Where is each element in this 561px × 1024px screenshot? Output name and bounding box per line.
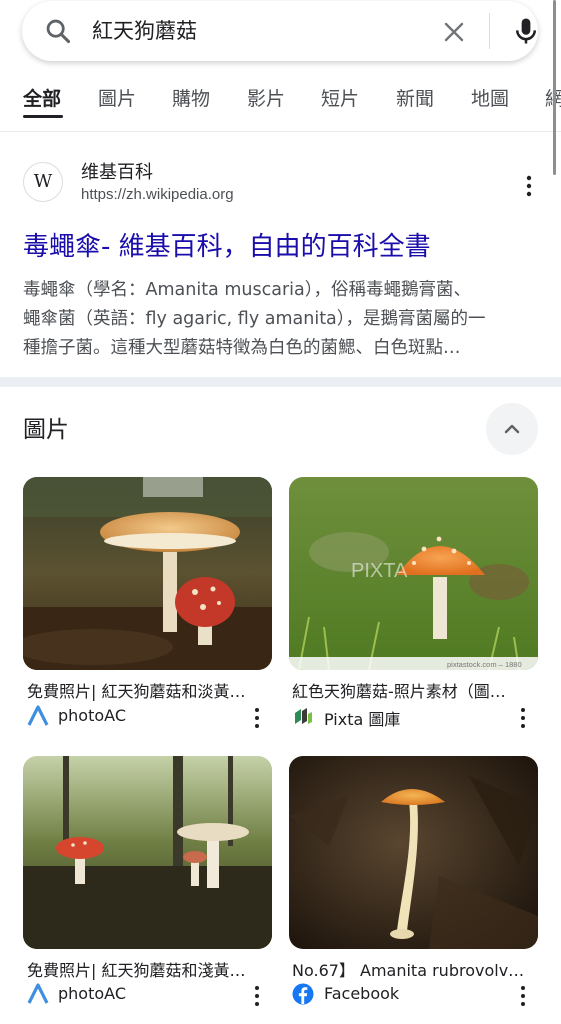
image-source[interactable]: Pixta 圖庫 — [324, 706, 400, 730]
watermark: PIXTA — [351, 560, 408, 582]
photoac-icon — [27, 705, 49, 727]
tabs-divider — [0, 131, 561, 132]
image-source[interactable]: photoAC — [58, 984, 126, 1003]
microphone-icon[interactable] — [511, 16, 541, 46]
result-title-link[interactable]: 毒蠅傘- 維基百科，自由的百科全書 — [23, 226, 431, 263]
snippet-line: 毒蠅傘（學名：Amanita muscaria），俗稱毒蠅鵝膏菌、 — [23, 280, 471, 300]
photoac-icon — [27, 983, 49, 1005]
pixta-icon — [292, 705, 314, 727]
search-divider — [489, 13, 490, 49]
more-options-icon[interactable] — [520, 707, 526, 729]
image-thumbnail[interactable] — [23, 477, 272, 670]
clear-icon[interactable] — [442, 20, 466, 44]
more-options-icon[interactable] — [520, 985, 526, 1007]
image-thumbnail[interactable]: PIXTA pixtastock.com – 1880 — [289, 477, 538, 670]
image-credit: pixtastock.com – 1880 — [447, 660, 522, 669]
image-thumbnail[interactable] — [289, 756, 538, 949]
snippet-line: 種擔子菌。這種大型蘑菇特徵為白色的菌鰓、白色斑點… — [23, 338, 461, 358]
tab-shopping[interactable]: 購物 — [172, 84, 210, 111]
chevron-up-icon — [504, 424, 520, 434]
tab-videos[interactable]: 影片 — [247, 84, 285, 111]
search-bar[interactable]: 紅天狗蘑菇 — [22, 1, 538, 61]
scrollbar[interactable] — [553, 0, 556, 175]
image-source[interactable]: photoAC — [58, 706, 126, 725]
facebook-icon — [292, 983, 314, 1005]
tab-maps[interactable]: 地圖 — [471, 84, 509, 111]
result-site-name[interactable]: 维基百科 — [81, 158, 153, 184]
more-options-icon[interactable] — [254, 707, 260, 729]
image-title[interactable]: 紅色天狗蘑菇-照片素材（圖… — [292, 678, 532, 702]
section-separator — [0, 377, 561, 387]
images-section-title: 圖片 — [23, 417, 69, 443]
search-input[interactable]: 紅天狗蘑菇 — [92, 18, 197, 44]
active-tab-indicator — [23, 115, 63, 118]
wikipedia-logo[interactable]: W — [23, 162, 63, 202]
tab-news[interactable]: 新聞 — [396, 84, 434, 111]
search-tabs: 全部 圖片 購物 影片 短片 新聞 地圖 網 — [0, 80, 561, 132]
tab-images[interactable]: 圖片 — [98, 84, 136, 111]
snippet-line: 蠅傘菌（英語：fly agaric, fly amanita），是鵝膏菌屬的一 — [23, 309, 486, 329]
image-title[interactable]: 免費照片| 紅天狗蘑菇和淡黃… — [27, 678, 267, 702]
more-options-icon[interactable] — [254, 985, 260, 1007]
collapse-button[interactable] — [486, 403, 538, 455]
result-url[interactable]: https://zh.wikipedia.org — [81, 186, 234, 203]
wikipedia-logo-letter: W — [33, 171, 53, 192]
search-icon[interactable] — [44, 17, 72, 45]
tab-short-videos[interactable]: 短片 — [321, 84, 359, 111]
more-options-icon[interactable] — [526, 175, 532, 197]
tab-all[interactable]: 全部 — [23, 84, 61, 111]
image-title[interactable]: 免費照片| 紅天狗蘑菇和淺黃… — [27, 957, 267, 981]
image-thumbnail[interactable] — [23, 756, 272, 949]
image-source[interactable]: Facebook — [324, 984, 399, 1003]
image-title[interactable]: No.67】 Amanita rubrovolva… — [292, 957, 532, 981]
result-snippet: 毒蠅傘（學名：Amanita muscaria），俗稱毒蠅鵝膏菌、 蠅傘菌（英語… — [23, 276, 543, 363]
